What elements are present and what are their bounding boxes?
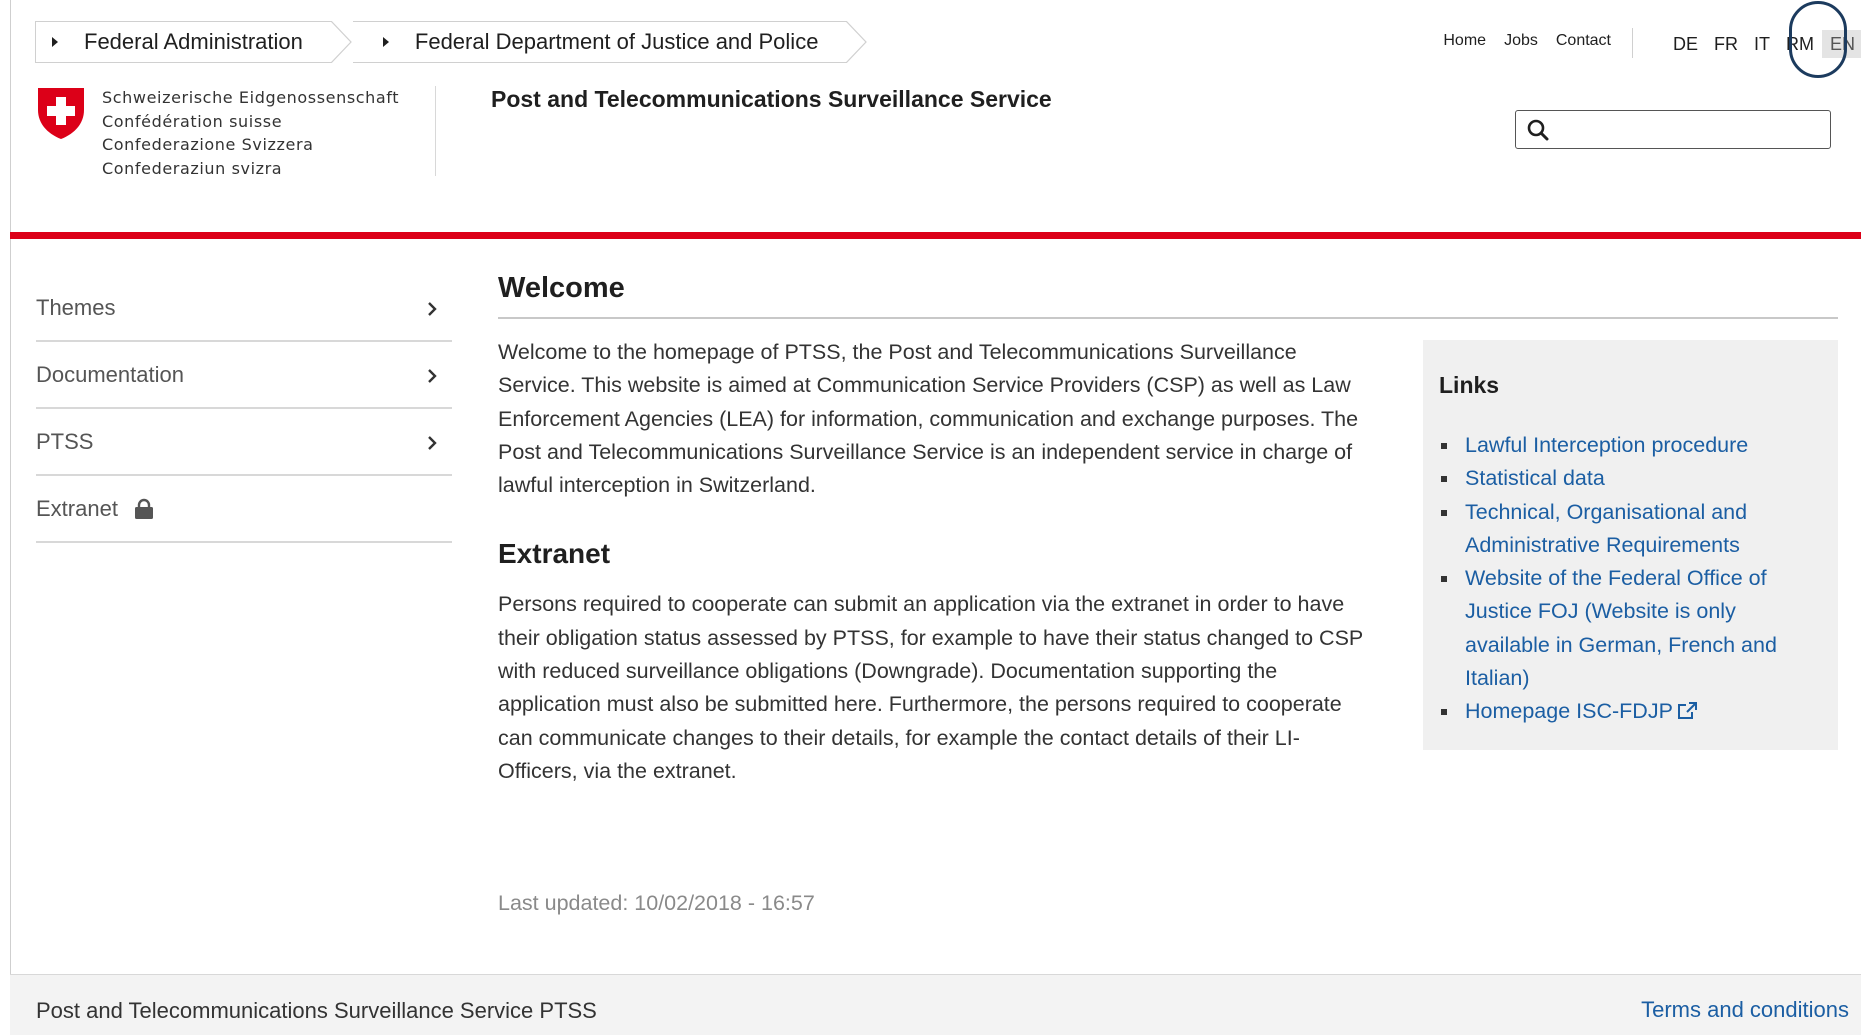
footer: Post and Telecommunications Surveillance… [10,974,1861,1035]
top-navigation: Home Jobs Contact [1443,32,1611,50]
page-edge-line [10,0,11,1035]
link-label: Lawful Interception procedure [1465,433,1749,457]
site-title[interactable]: Post and Telecommunications Surveillance… [491,86,1052,113]
link-statistical-data[interactable]: Statistical data [1439,462,1822,495]
breadcrumb-separator-icon [846,21,868,63]
main-content: Welcome Welcome to the homepage of PTSS,… [498,272,1838,915]
link-isc-fdjp[interactable]: Homepage ISC-FDJP [1439,695,1822,728]
link-label: Website of the Federal Office of Justice… [1465,566,1777,691]
nav-link-contact[interactable]: Contact [1556,32,1611,50]
language-fr[interactable]: FR [1706,30,1746,58]
header-red-band [10,232,1861,239]
breadcrumb-label: Federal Administration [84,29,303,54]
search-icon[interactable] [1526,118,1550,142]
chevron-right-icon [428,302,437,316]
sidebar-item-extranet[interactable]: Extranet [36,476,452,543]
sidebar-item-ptss[interactable]: PTSS [36,409,452,476]
confed-line-it: Confederazione Svizzera [102,135,314,154]
language-en[interactable]: EN [1822,30,1861,58]
language-rm[interactable]: RM [1778,30,1822,58]
sidebar-item-label: Documentation [36,361,184,387]
sidebar-item-label: PTSS [36,428,94,454]
language-de[interactable]: DE [1665,30,1706,58]
sidebar-item-documentation[interactable]: Documentation [36,342,452,409]
lock-icon [134,498,153,519]
link-label: Homepage ISC-FDJP [1465,699,1673,724]
search-input[interactable] [1560,115,1820,145]
side-navigation: Themes Documentation PTSS Extranet [36,275,452,543]
nav-divider [1632,28,1633,58]
external-link-icon [1677,702,1697,720]
chevron-right-icon [428,369,437,383]
last-updated: Last updated: 10/02/2018 - 16:57 [498,891,815,915]
sidebar-item-label: Extranet [36,495,118,521]
caret-right-icon [382,37,389,47]
terms-and-conditions-link[interactable]: Terms and conditions [1641,997,1849,1023]
breadcrumb-item-federal-administration[interactable]: Federal Administration [35,21,352,63]
link-label: Statistical data [1465,466,1605,491]
confed-line-rm: Confederaziun svizra [102,158,283,178]
welcome-heading: Welcome [498,272,1838,319]
chevron-right-icon [428,436,437,450]
logo-divider [435,86,436,176]
search-box[interactable] [1515,110,1831,149]
caret-right-icon [52,37,58,47]
links-list: Lawful Interception procedure Statistica… [1439,429,1822,729]
confederation-names: Schweizerische Eidgenossenschaft Confédé… [102,86,399,180]
nav-link-jobs[interactable]: Jobs [1504,32,1538,50]
body-column: Welcome to the homepage of PTSS, the Pos… [498,336,1378,788]
breadcrumb-separator-icon [330,21,353,63]
links-panel: Links Lawful Interception procedure Stat… [1423,340,1838,750]
confed-line-de: Schweizerische Eidgenossenschaft [102,88,400,107]
language-switcher: DE FR IT RM EN [1665,30,1861,58]
breadcrumb: Federal Administration Federal Departmen… [35,21,868,63]
language-it[interactable]: IT [1746,30,1778,58]
confed-line-fr: Confédération suisse [102,111,283,131]
sidebar-item-themes[interactable]: Themes [36,275,452,342]
sidebar-item-label: Themes [36,294,116,320]
swiss-shield-icon [38,88,84,139]
link-label: Technical, Organisational and Administra… [1465,499,1748,557]
link-requirements[interactable]: Technical, Organisational and Administra… [1439,496,1822,563]
welcome-paragraph: Welcome to the homepage of PTSS, the Pos… [498,340,1359,498]
nav-link-home[interactable]: Home [1443,32,1486,50]
footer-service-name: Post and Telecommunications Surveillance… [36,998,597,1023]
link-lawful-interception[interactable]: Lawful Interception procedure [1439,429,1822,462]
breadcrumb-label: Federal Department of Justice and Police [414,29,819,54]
extranet-paragraph: Persons required to cooperate can submit… [498,592,1363,783]
links-heading: Links [1439,372,1500,398]
confederation-logo[interactable]: Schweizerische Eidgenossenschaft Confédé… [36,86,399,180]
link-foj-website[interactable]: Website of the Federal Office of Justice… [1439,562,1822,695]
extranet-heading: Extranet [498,538,611,570]
breadcrumb-item-fdjp[interactable]: Federal Department of Justice and Police [352,21,868,63]
